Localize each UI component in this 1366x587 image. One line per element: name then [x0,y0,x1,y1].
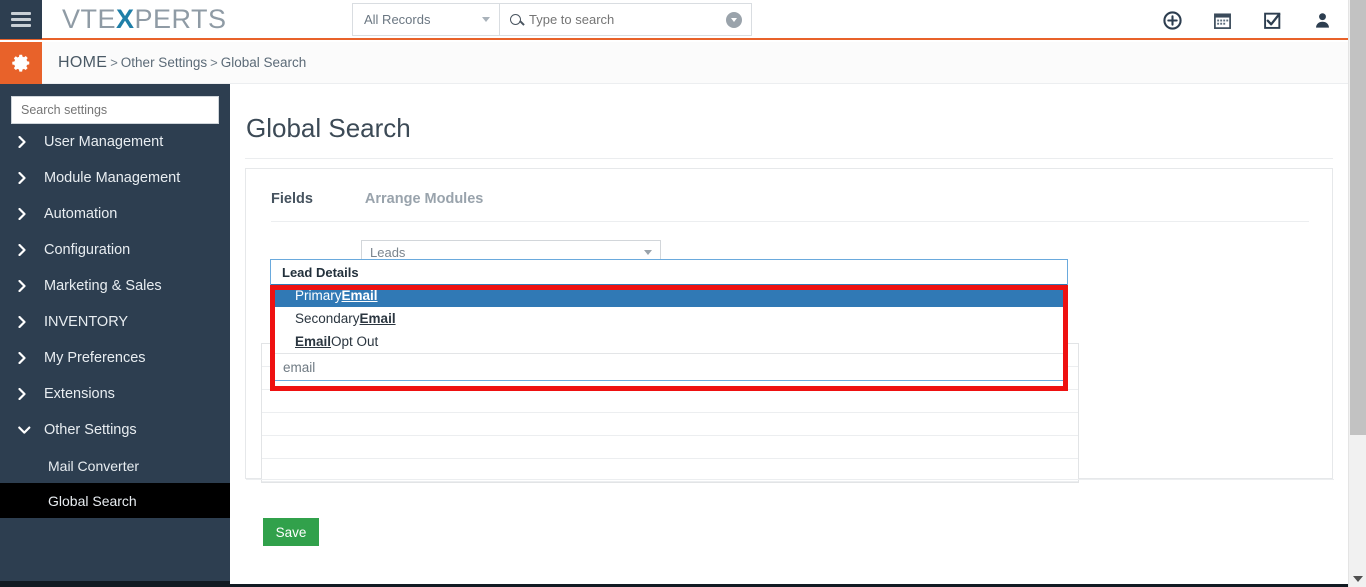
breadcrumb-global-search[interactable]: Global Search [221,55,307,70]
sidebar-item-label: Configuration [44,242,131,258]
title-divider [245,158,1333,159]
sidebar-subitem-global-search[interactable]: Global Search [0,483,230,518]
chevron-right-icon [18,136,32,148]
breadcrumb: HOME > Other Settings > Global Search [58,54,306,72]
settings-search-input[interactable] [11,96,219,124]
fields-list-row [262,413,1078,436]
brand-suffix: PERTS [134,3,227,34]
user-icon[interactable] [1312,10,1332,30]
option-text-pre: Primary [295,288,342,303]
panel-tabs: Fields Arrange Modules [271,191,483,207]
panel-footer-divider [246,479,1334,480]
breadcrumb-separator: > [210,54,218,70]
dropdown-filter-input[interactable] [283,359,1028,375]
sidebar-subitem-label: Global Search [48,492,137,509]
top-navigation-bar: VTEXPERTS All Records [0,0,1348,40]
page-title: Global Search [246,113,411,143]
hamburger-menu-button[interactable] [0,0,42,39]
breadcrumb-separator: > [110,54,118,70]
fields-list-row [262,436,1078,459]
chevron-right-icon [18,172,32,184]
breadcrumb-home[interactable]: HOME [58,54,107,72]
option-text-post: Opt Out [331,334,379,349]
chevron-down-icon [18,426,32,435]
gear-icon [12,54,30,72]
brand-logo: VTEXPERTS [62,4,227,35]
save-button[interactable]: Save [263,518,319,546]
sidebar-subitem-label: Mail Converter [48,457,140,474]
plus-circle-icon[interactable] [1162,10,1182,30]
chevron-right-icon [18,388,32,400]
sidebar-item-label: Other Settings [44,422,137,438]
option-text-highlight: Email [359,311,396,326]
chevron-right-icon [18,352,32,364]
sidebar-item-label: Module Management [44,170,181,186]
checkbox-checked-icon[interactable] [1262,10,1282,30]
brand-x: X [116,3,135,34]
sidebar-item-my-preferences[interactable]: My Preferences [0,340,230,376]
tabs-divider [271,221,1309,222]
sidebar-item-extensions[interactable]: Extensions [0,376,230,412]
option-text-highlight: Email [341,288,378,303]
scrollbar-down-arrow-icon[interactable] [1349,570,1366,587]
sidebar-item-user-management[interactable]: User Management [0,124,230,160]
option-text-pre: Secondary [295,311,360,326]
vertical-scrollbar[interactable] [1348,0,1366,587]
chevron-right-icon [18,280,32,292]
option-text-highlight: Email [295,334,332,349]
sidebar-item-module-management[interactable]: Module Management [0,160,230,196]
chevron-right-icon [18,244,32,256]
dropdown-option-secondary-email[interactable]: Secondary Email [271,307,1067,330]
sidebar-subitem-mail-converter[interactable]: Mail Converter [0,448,230,483]
sidebar-item-label: Marketing & Sales [44,278,162,294]
breadcrumb-bar: HOME > Other Settings > Global Search [0,41,1348,84]
chevron-right-icon [18,316,32,328]
search-input[interactable] [529,12,709,27]
records-filter-select[interactable]: All Records [352,3,500,36]
search-icon [510,14,521,25]
field-select-dropdown: Lead Details Primary Email Secondary Ema… [270,259,1068,381]
settings-gear-button[interactable] [0,41,42,84]
chevron-down-icon [644,250,652,255]
dropdown-group-label: Lead Details [282,264,359,280]
sidebar-item-label: Automation [44,206,118,222]
sidebar-item-marketing-and-sales[interactable]: Marketing & Sales [0,268,230,304]
dropdown-option-email-opt-out[interactable]: Email Opt Out [271,330,1067,353]
scrollbar-thumb[interactable] [1350,0,1366,435]
hamburger-menu-icon [11,9,31,30]
sidebar-item-other-settings[interactable]: Other Settings [0,412,230,448]
sidebar-item-label: User Management [44,134,164,150]
global-search-group: All Records [352,3,752,36]
chevron-right-icon [18,208,32,220]
fields-list-row [262,390,1078,413]
top-bar-icon-group [1162,0,1332,40]
sidebar-item-label: INVENTORY [44,314,129,330]
sidebar-item-label: My Preferences [44,350,146,366]
sidebar-item-label: Extensions [44,386,115,402]
sidebar-item-automation[interactable]: Automation [0,196,230,232]
sidebar-item-inventory[interactable]: INVENTORY [0,304,230,340]
tab-fields[interactable]: Fields [271,191,313,207]
settings-sidebar: User Management Module Management Automa… [0,84,230,584]
breadcrumb-other-settings[interactable]: Other Settings [121,55,207,70]
module-select-value: Leads [370,245,406,260]
brand-prefix: VTE [62,3,117,34]
chevron-down-circle-icon[interactable] [726,12,742,28]
tab-arrange-modules[interactable]: Arrange Modules [365,191,483,207]
calendar-icon[interactable] [1212,10,1232,30]
chevron-down-icon [482,17,490,22]
records-filter-value: All Records [364,12,431,27]
application-window: VTEXPERTS All Records Type to search HOM… [0,0,1366,587]
dropdown-option-primary-email[interactable]: Primary Email [271,284,1067,307]
dropdown-filter-wrap [271,353,1067,380]
sidebar-item-configuration[interactable]: Configuration [0,232,230,268]
search-box[interactable] [500,3,752,36]
